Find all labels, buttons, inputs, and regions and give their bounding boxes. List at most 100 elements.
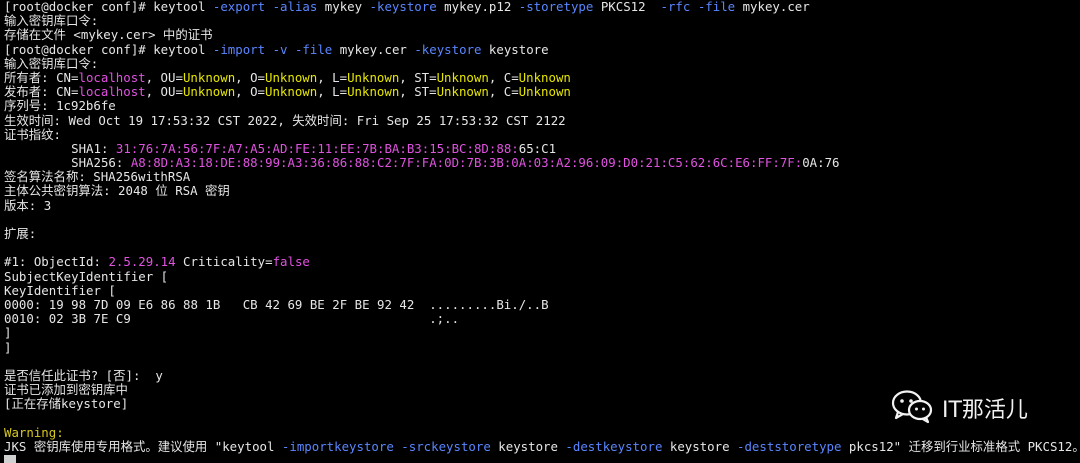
terminal-text: KeyIdentifier [ bbox=[4, 283, 116, 298]
terminal-line: 序列号: 1c92b6fe bbox=[4, 99, 1080, 113]
terminal-text: 发布者: CN= bbox=[4, 85, 79, 100]
terminal-text: [正在存储keystore] bbox=[4, 397, 129, 412]
terminal-line: 0010: 02 3B 7E C9 .;.. bbox=[4, 312, 1080, 326]
terminal-text: 所有者: CN= bbox=[4, 70, 79, 85]
terminal-text: [root@docker conf]# keytool bbox=[4, 0, 213, 14]
terminal-text: , L= bbox=[317, 70, 348, 85]
terminal-text: Criticality= bbox=[175, 255, 273, 270]
terminal-line: ] bbox=[4, 326, 1080, 340]
terminal-text: 证书已添加到密钥库中 bbox=[4, 383, 128, 398]
terminal-text: -srckeystore bbox=[401, 439, 491, 454]
terminal-text: -file bbox=[294, 42, 333, 57]
terminal-text: JKS 密钥库使用专用格式。建议使用 "keytool bbox=[4, 439, 282, 454]
terminal-line: ] bbox=[4, 341, 1080, 355]
terminal-text: 0010: 02 3B 7E C9 .;.. bbox=[4, 312, 460, 327]
terminal-text: A8:8D:A3:18:DE:88:99:A3:36:86:88:C2:7F:F… bbox=[130, 156, 803, 171]
terminal-text: mykey bbox=[317, 0, 370, 14]
terminal-text: 版本: 3 bbox=[4, 198, 52, 213]
terminal-text: , OU= bbox=[145, 85, 183, 100]
terminal-line: #1: ObjectId: 2.5.29.14 Criticality=fals… bbox=[4, 255, 1080, 269]
terminal-text: ] bbox=[4, 340, 12, 355]
terminal-text: Unknown bbox=[518, 85, 571, 100]
terminal-text: 65:C1 bbox=[518, 141, 557, 156]
terminal-line: 签名算法名称: SHA256withRSA bbox=[4, 170, 1080, 184]
terminal-text: keystore bbox=[662, 439, 738, 454]
terminal-line: 输入密钥库口令: bbox=[4, 57, 1080, 71]
terminal-line: 是否信任此证书? [否]: y bbox=[4, 369, 1080, 383]
terminal-text: -keystore bbox=[414, 42, 482, 57]
terminal-line: 0000: 19 98 7D 09 E6 86 88 1B CB 42 69 B… bbox=[4, 298, 1080, 312]
terminal-text: , C= bbox=[488, 85, 519, 100]
terminal-line: 生效时间: Wed Oct 19 17:53:32 CST 2022, 失效时间… bbox=[4, 114, 1080, 128]
terminal-text: Unknown bbox=[265, 85, 318, 100]
wechat-icon bbox=[890, 388, 934, 428]
terminal-text: Unknown bbox=[265, 70, 318, 85]
terminal-text: -rfc bbox=[660, 0, 691, 14]
terminal-text: Unknown bbox=[518, 70, 571, 85]
terminal-text: keystore bbox=[490, 439, 566, 454]
terminal-text: PKCS12 bbox=[593, 0, 661, 14]
terminal-text: , L= bbox=[317, 85, 348, 100]
terminal-text: , O= bbox=[235, 70, 265, 85]
terminal-line: 主体公共密钥算法: 2048 位 RSA 密钥 bbox=[4, 184, 1080, 198]
terminal-text: mykey.cer bbox=[735, 0, 810, 14]
terminal-text: , ST= bbox=[399, 70, 437, 85]
terminal-text: 31:76:7A:56:7F:A7:A5:AD:FE:11:EE:7B:BA:B… bbox=[115, 141, 519, 156]
terminal-text: Warning: bbox=[4, 425, 64, 440]
terminal-text: 是否信任此证书? [否]: y bbox=[4, 368, 163, 383]
terminal-text: [root@docker conf]# keytool bbox=[4, 42, 213, 57]
terminal-text: 签名算法名称: SHA256withRSA bbox=[4, 170, 191, 185]
terminal-text: 扩展: bbox=[4, 227, 37, 241]
terminal-text: Unknown bbox=[347, 70, 400, 85]
terminal-text: Unknown bbox=[436, 70, 489, 85]
terminal-line: 证书指纹: bbox=[4, 128, 1080, 142]
terminal-text: 生效时间: Wed Oct 19 17:53:32 CST 2022, 失效时间… bbox=[4, 113, 566, 128]
terminal-cursor bbox=[4, 455, 16, 463]
terminal-text: -destkeystore bbox=[565, 439, 663, 454]
terminal-text: localhost bbox=[78, 70, 146, 85]
terminal-text: pkcs12" 迁移到行业标准格式 PKCS12。 bbox=[841, 439, 1080, 454]
terminal-text: 0000: 19 98 7D 09 E6 86 88 1B CB 42 69 B… bbox=[4, 297, 549, 312]
terminal-text: 2.5.29.14 bbox=[108, 255, 176, 270]
watermark-text: IT那活儿 bbox=[942, 398, 1028, 423]
terminal-text: 0A:76 bbox=[802, 156, 840, 171]
terminal-line: 输入密钥库口令: bbox=[4, 14, 1080, 28]
terminal-line: SHA1: 31:76:7A:56:7F:A7:A5:AD:FE:11:EE:7… bbox=[4, 142, 1080, 156]
terminal-line: JKS 密钥库使用专用格式。建议使用 "keytool -importkeyst… bbox=[4, 440, 1080, 454]
terminal-text: , C= bbox=[488, 70, 519, 85]
terminal-line: KeyIdentifier [ bbox=[4, 284, 1080, 298]
terminal-text: , O= bbox=[235, 85, 265, 100]
terminal-line: SubjectKeyIdentifier [ bbox=[4, 270, 1080, 284]
terminal-text: Unknown bbox=[347, 85, 400, 100]
terminal-text: localhost bbox=[78, 85, 146, 100]
terminal-line: [root@docker conf]# keytool -export -ali… bbox=[4, 0, 1080, 14]
watermark: IT那活儿 bbox=[890, 388, 1028, 428]
terminal-text: ] bbox=[4, 326, 12, 341]
terminal-text: -deststoretype bbox=[737, 439, 842, 454]
terminal-text: 输入密钥库口令: bbox=[4, 14, 99, 29]
terminal-text: SubjectKeyIdentifier [ bbox=[4, 269, 169, 284]
terminal-line: 扩展: bbox=[4, 227, 1080, 241]
terminal-text: -importkeystore bbox=[281, 439, 394, 454]
terminal-text: -alias bbox=[272, 0, 318, 14]
terminal-text: 序列号: 1c92b6fe bbox=[4, 99, 116, 114]
terminal-text: Unknown bbox=[182, 70, 236, 85]
terminal-text: false bbox=[272, 255, 310, 270]
terminal-text: SHA1: bbox=[4, 141, 116, 156]
terminal-line: 所有者: CN=localhost, OU=Unknown, O=Unknown… bbox=[4, 71, 1080, 85]
terminal-text: -keystore bbox=[369, 0, 437, 14]
terminal-text: , ST= bbox=[399, 85, 437, 100]
terminal-text: -file bbox=[697, 0, 736, 14]
terminal-line: SHA256: A8:8D:A3:18:DE:88:99:A3:36:86:88… bbox=[4, 156, 1080, 170]
terminal-line: 发布者: CN=localhost, OU=Unknown, O=Unknown… bbox=[4, 85, 1080, 99]
terminal-text: SHA256: bbox=[4, 156, 131, 171]
terminal-text: 证书指纹: bbox=[4, 127, 62, 142]
terminal-text: -v bbox=[272, 42, 288, 57]
terminal-text: mykey.cer bbox=[332, 42, 415, 57]
